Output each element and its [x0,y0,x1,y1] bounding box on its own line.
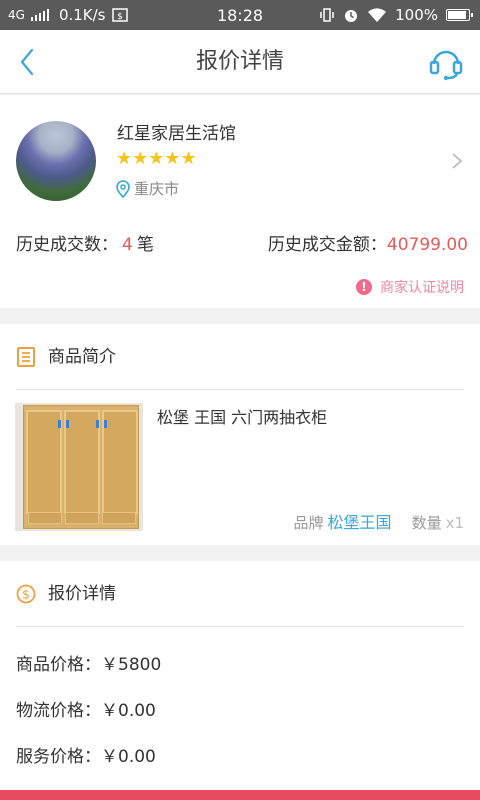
cert-label: 商家认证说明 [380,280,464,296]
product-image[interactable] [15,403,143,531]
deal-amount-value: 40799.00 [386,235,468,255]
merchant-name: 红星家居生活馆 [117,124,236,144]
qty-value: x1 [445,514,464,532]
rating-stars-icon: ★★★★★ [116,148,197,169]
vibrate-icon [320,8,334,22]
qty-label: 数量 [411,514,442,532]
quote-value: ￥5800 [101,655,162,675]
status-right: 100% [319,0,473,30]
location-pin-icon [116,179,130,198]
merchant-avatar [16,121,96,201]
quote-label: 商品价格： [16,655,101,675]
customer-service-icon[interactable] [426,42,466,82]
info-icon: ! [356,279,372,295]
svg-text:$: $ [22,588,30,602]
merchant-card[interactable]: 红星家居生活馆 ★★★★★ 重庆市 历史成交数： 4 笔 历史成交金额：40799.… [0,95,480,308]
location-text: 重庆市 [134,180,180,198]
quote-row-goods: 商品价格：￥5800 [16,650,161,675]
brand-label: 品牌 [293,514,324,532]
merchant-cert-link[interactable]: ! 商家认证说明 [356,277,464,297]
deal-count-unit: 笔 [136,235,154,255]
deal-amount-label: 历史成交金额： [267,235,387,255]
nav-bar: 报价详情 [0,30,480,94]
quote-section-header: $ 报价详情 [0,561,480,627]
merchant-location: 重庆市 [116,178,179,199]
quote-label: 物流价格： [16,701,101,721]
product-section-header: 商品简介 [0,324,480,390]
brand-value: 松堡王国 [327,513,392,532]
quote-value: ￥0.00 [101,701,156,721]
chevron-right-icon[interactable] [450,151,464,171]
product-brand: 品牌 松堡王国 [294,509,392,533]
deal-amount: 历史成交金额：40799.00 [268,230,468,255]
product-name: 松堡 王国 六门两抽衣柜 [157,408,328,427]
dollar-coin-icon: $ [16,584,36,604]
wifi-icon [368,8,387,22]
alarm-icon [345,10,358,22]
battery-percent: 100% [395,6,438,24]
product-section: 商品简介 松堡 王国 六门两抽衣柜 品牌 松堡王国 数量 x1 [0,324,480,545]
battery-icon [446,9,473,21]
product-meta: 品牌 松堡王国 数量 x1 [294,509,464,533]
quote-row-logistics: 物流价格：￥0.00 [16,696,156,721]
divider [16,626,464,627]
document-icon [17,347,35,367]
divider [16,389,464,390]
deal-count-value: 4 [122,235,133,255]
quote-row-service: 服务价格：￥0.00 [16,742,156,767]
page-title: 报价详情 [195,49,284,74]
quote-section: $ 报价详情 商品价格：￥5800 物流价格：￥0.00 服务价格：￥0.00 [0,561,480,800]
deal-count: 历史成交数： 4 笔 [16,230,154,255]
deal-count-label: 历史成交数： [16,235,118,255]
status-bar: 4G 0.1K/s $ 18:28 100% [0,0,480,30]
bottom-action-bar[interactable] [0,790,480,800]
product-section-title: 商品简介 [48,347,116,367]
quote-section-title: 报价详情 [48,584,116,604]
quote-value: ￥0.00 [101,747,156,767]
quote-label: 服务价格： [16,747,101,767]
product-quantity: 数量 x1 [412,512,464,533]
